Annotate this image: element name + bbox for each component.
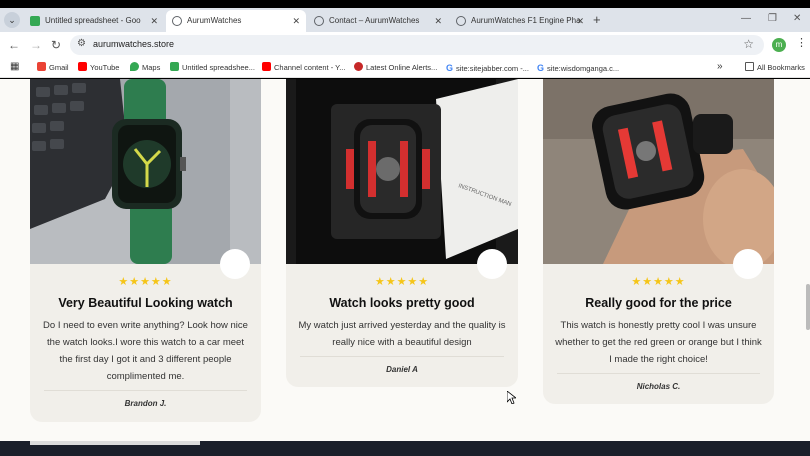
review-title: Very Beautiful Looking watch <box>58 296 233 310</box>
bookmark-youtube[interactable]: YouTube <box>78 62 119 74</box>
bookmark-maps[interactable]: Maps <box>130 62 160 74</box>
google-icon: G <box>446 63 454 73</box>
browser-toolbar: ← → ↻ ⚙ aurumwatches.store ☆ m ⋮ <box>0 32 810 58</box>
globe-icon <box>456 16 466 26</box>
bookmark-wisdomganga[interactable]: Gsite:wisdomganga.c... <box>537 62 619 75</box>
divider <box>44 390 247 391</box>
minimize-icon[interactable]: — <box>741 13 751 24</box>
close-tab-icon[interactable]: ✕ <box>576 10 584 32</box>
alert-icon <box>354 62 363 71</box>
review-card: ★★★★★ Really good for the price This wat… <box>543 79 774 404</box>
sheets-icon <box>170 62 179 71</box>
next-section-peek <box>30 441 200 445</box>
bookmark-spreadsheet[interactable]: Untitled spreadshee... <box>170 62 255 74</box>
reload-button[interactable]: ↻ <box>51 37 61 53</box>
close-tab-icon[interactable]: ✕ <box>292 10 300 32</box>
page-content: ★★★★★ Very Beautiful Looking watch Do I … <box>0 79 810 441</box>
tab-search-button[interactable]: ⌄ <box>4 12 20 28</box>
review-card: ★★★★★ Very Beautiful Looking watch Do I … <box>30 79 261 422</box>
hand-holding-watch-image <box>543 79 774 264</box>
review-photo[interactable] <box>30 79 261 264</box>
tab-f1-engine[interactable]: AurumWatches F1 Engine Pha ✕ <box>450 10 590 32</box>
taskbar <box>0 441 810 456</box>
address-bar[interactable]: ⚙ aurumwatches.store ☆ <box>70 35 764 55</box>
folder-icon <box>745 62 754 71</box>
more-bookmarks-icon[interactable]: » <box>717 61 723 73</box>
forward-button[interactable]: → <box>30 37 42 53</box>
black-red-watch-in-box-image: INSTRUCTION MAN <box>286 79 518 264</box>
review-text: This watch is honestly pretty cool I was… <box>555 320 762 365</box>
tab-contact[interactable]: Contact – AurumWatches ✕ <box>308 10 448 32</box>
restore-icon[interactable]: ❐ <box>768 13 777 24</box>
all-bookmarks-button[interactable]: All Bookmarks <box>745 62 805 74</box>
close-window-icon[interactable]: ✕ <box>793 13 801 24</box>
review-text: My watch just arrived yesterday and the … <box>298 320 506 348</box>
review-text: Do I need to even write anything? Look h… <box>43 320 248 382</box>
divider <box>557 373 760 374</box>
tab-strip: ⌄ Untitled spreadsheet - Google ✕ AurumW… <box>0 8 810 32</box>
bookmark-channel-content[interactable]: Channel content - Y... <box>262 62 345 74</box>
bookmark-gmail[interactable]: Gmail <box>37 62 69 74</box>
new-tab-button[interactable]: + <box>593 12 601 28</box>
green-watch-on-laptop-image <box>30 79 261 264</box>
bookmark-sitejabber[interactable]: Gsite:sitejabber.com -... <box>446 62 529 75</box>
menu-icon[interactable]: ⋮ <box>796 36 807 49</box>
bookmarks-bar: ▦ Gmail YouTube Maps Untitled spreadshee… <box>0 58 810 78</box>
review-title: Really good for the price <box>585 296 732 310</box>
review-title: Watch looks pretty good <box>329 296 475 310</box>
review-author: Brandon J. <box>124 399 167 408</box>
star-rating: ★★★★★ <box>118 276 173 288</box>
globe-icon <box>314 16 324 26</box>
google-icon: G <box>537 63 545 73</box>
site-info-icon[interactable]: ⚙ <box>77 38 86 49</box>
close-tab-icon[interactable]: ✕ <box>150 10 158 32</box>
bookmark-star-icon[interactable]: ☆ <box>743 37 754 51</box>
tab-spreadsheet[interactable]: Untitled spreadsheet - Google ✕ <box>24 10 164 32</box>
review-photo[interactable]: INSTRUCTION MAN <box>286 79 518 264</box>
profile-avatar[interactable]: m <box>772 38 786 52</box>
review-author: Daniel A <box>386 365 418 374</box>
back-button[interactable]: ← <box>8 37 20 53</box>
divider <box>300 356 504 357</box>
review-author: Nicholas C. <box>636 382 681 391</box>
maps-icon <box>130 62 139 71</box>
sheets-icon <box>30 16 40 26</box>
gmail-icon <box>37 62 46 71</box>
globe-icon <box>172 16 182 26</box>
review-photo[interactable] <box>543 79 774 264</box>
review-card: INSTRUCTION MAN ★★★★★ Watch looks pretty… <box>286 79 518 387</box>
page-scrollbar[interactable] <box>806 284 810 330</box>
star-rating: ★★★★★ <box>374 276 430 288</box>
youtube-icon <box>78 62 87 71</box>
mouse-cursor-icon <box>507 391 516 404</box>
close-tab-icon[interactable]: ✕ <box>434 10 442 32</box>
bookmark-online-alerts[interactable]: Latest Online Alerts... <box>354 62 437 74</box>
apps-grid-icon[interactable]: ▦ <box>10 61 19 73</box>
youtube-icon <box>262 62 271 71</box>
tab-aurumwatches[interactable]: AurumWatches ✕ <box>166 10 306 32</box>
star-rating: ★★★★★ <box>631 276 686 288</box>
